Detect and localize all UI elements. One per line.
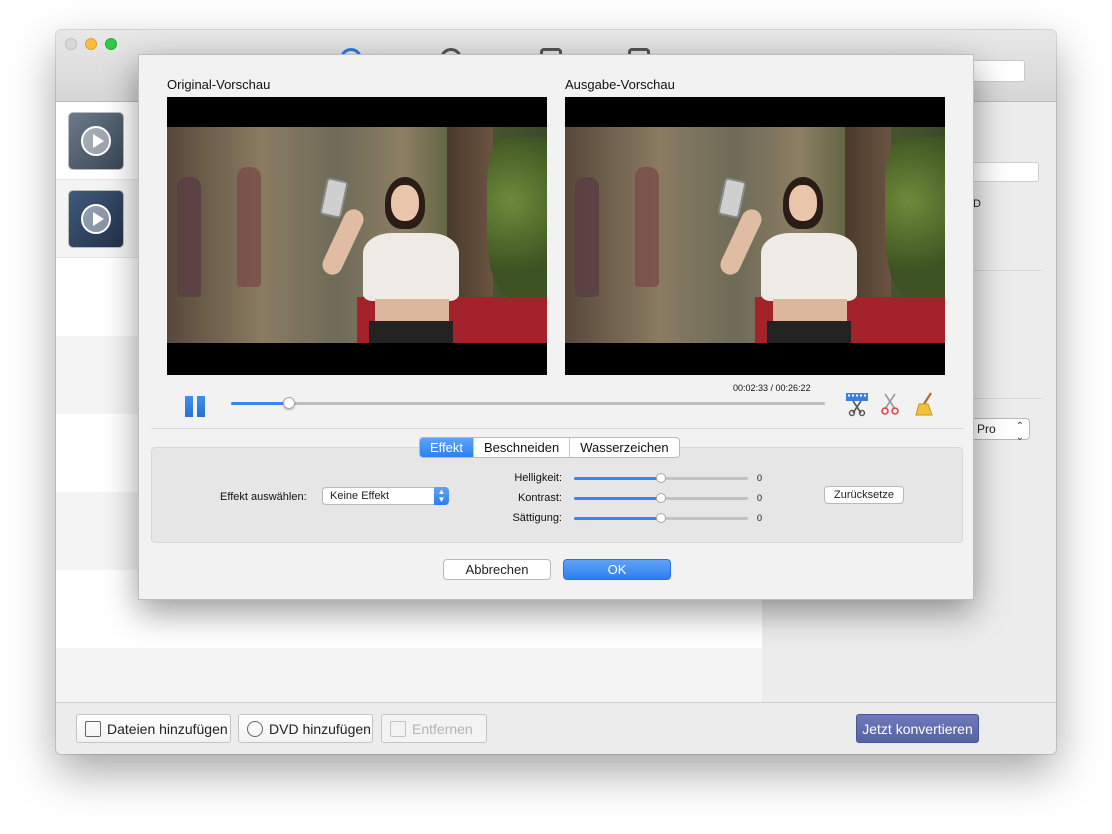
scissors-film-icon[interactable]	[845, 391, 869, 417]
raised-arm	[319, 206, 367, 278]
slider-handle[interactable]	[656, 473, 666, 483]
saturation-label: Sättigung:	[512, 512, 562, 524]
chevron-updown-icon: ▲ ▼	[434, 487, 449, 505]
seek-progress	[231, 402, 289, 405]
effect-select[interactable]: Keine Effekt ▲ ▼	[322, 487, 449, 505]
remove-label: Entfernen	[412, 720, 473, 737]
contrast-slider[interactable]	[574, 493, 748, 503]
play-icon	[81, 126, 111, 156]
saturation-slider[interactable]	[574, 513, 748, 523]
scissors-icon[interactable]	[879, 391, 903, 417]
woman-figure	[319, 167, 467, 343]
close-window-button[interactable]	[65, 38, 77, 50]
output-preview-label: Ausgabe-Vorschau	[565, 77, 675, 92]
output-name-field[interactable]	[963, 162, 1039, 182]
play-icon	[81, 204, 111, 234]
effects-panel: Effekt auswählen: Keine Effekt ▲ ▼ Hellig…	[151, 447, 963, 543]
pause-bar	[185, 396, 193, 417]
foliage	[487, 137, 547, 297]
midriff	[773, 299, 847, 323]
divider	[963, 398, 1041, 399]
add-files-label: Dateien hinzufügen	[107, 720, 228, 737]
pause-bar	[197, 396, 205, 417]
white-top	[761, 233, 857, 301]
edit-tab-bar: Effekt Beschneiden Wasserzeichen	[419, 437, 680, 458]
brightness-label: Helligkeit:	[514, 472, 562, 484]
tab-crop[interactable]: Beschneiden	[474, 438, 571, 457]
time-readout: 00:02:33 / 00:26:22	[733, 383, 811, 393]
foliage	[885, 137, 945, 297]
tab-effect[interactable]: Effekt	[420, 438, 475, 457]
raised-arm	[717, 206, 765, 278]
dvd-icon	[247, 720, 263, 737]
divider	[151, 428, 963, 429]
profile-select-value: Pro	[977, 422, 996, 436]
saturation-value: 0	[757, 513, 763, 523]
video-thumbnail	[69, 113, 123, 169]
bottom-toolbar: Dateien hinzufügen DVD hinzufügen Entfer…	[56, 702, 1056, 754]
brightness-slider[interactable]	[574, 473, 748, 483]
effect-select-label: Effekt auswählen:	[220, 491, 307, 503]
background-figure	[635, 167, 659, 287]
face	[391, 185, 419, 221]
pause-button[interactable]	[185, 396, 205, 417]
list-remove-icon	[390, 720, 406, 737]
video-frame	[565, 127, 945, 343]
seek-slider[interactable]	[231, 397, 825, 409]
chevron-updown-icon: ⌃ ⌄	[1015, 421, 1024, 443]
maximize-window-button[interactable]	[105, 38, 117, 50]
black-pants	[369, 321, 453, 343]
divider	[963, 270, 1041, 271]
add-dvd-button[interactable]: DVD hinzufügen	[238, 714, 373, 743]
white-top	[363, 233, 459, 301]
convert-now-button[interactable]: Jetzt konvertieren	[856, 714, 979, 743]
ok-button[interactable]: OK	[563, 559, 671, 580]
minimize-window-button[interactable]	[85, 38, 97, 50]
seek-handle[interactable]	[282, 397, 295, 409]
slider-fill	[574, 497, 661, 500]
list-empty-row	[56, 648, 762, 702]
original-video-preview	[167, 97, 547, 375]
slider-fill	[574, 477, 661, 480]
video-frame	[167, 127, 547, 343]
cancel-button[interactable]: Abbrechen	[443, 559, 551, 580]
edit-dialog: Original-Vorschau Ausgabe-Vorschau 00:02…	[138, 54, 974, 600]
slider-handle[interactable]	[656, 493, 666, 503]
output-video-preview	[565, 97, 945, 375]
profile-select[interactable]: Pro ⌃ ⌄	[968, 418, 1030, 443]
background-figure	[237, 167, 261, 287]
face	[789, 185, 817, 221]
add-dvd-label: DVD hinzufügen	[269, 720, 371, 737]
original-preview-label: Original-Vorschau	[167, 77, 271, 92]
add-file-icon	[85, 720, 101, 737]
contrast-value: 0	[757, 493, 763, 503]
brightness-value: 0	[757, 473, 763, 483]
add-files-button[interactable]: Dateien hinzufügen	[76, 714, 231, 743]
woman-figure	[717, 167, 865, 343]
settings-text-fragment: D	[973, 198, 981, 210]
video-thumbnail	[69, 191, 123, 247]
slider-handle[interactable]	[656, 513, 666, 523]
background-figure	[177, 177, 201, 297]
remove-button[interactable]: Entfernen	[381, 714, 487, 743]
black-pants	[767, 321, 851, 343]
reset-button[interactable]: Zurücksetze	[824, 486, 904, 504]
background-figure	[575, 177, 599, 297]
tab-watermark[interactable]: Wasserzeichen	[570, 438, 678, 457]
slider-fill	[574, 517, 661, 520]
effect-select-value: Keine Effekt	[330, 490, 390, 502]
broom-icon[interactable]	[913, 391, 937, 417]
contrast-label: Kontrast:	[517, 492, 562, 504]
midriff	[375, 299, 449, 323]
